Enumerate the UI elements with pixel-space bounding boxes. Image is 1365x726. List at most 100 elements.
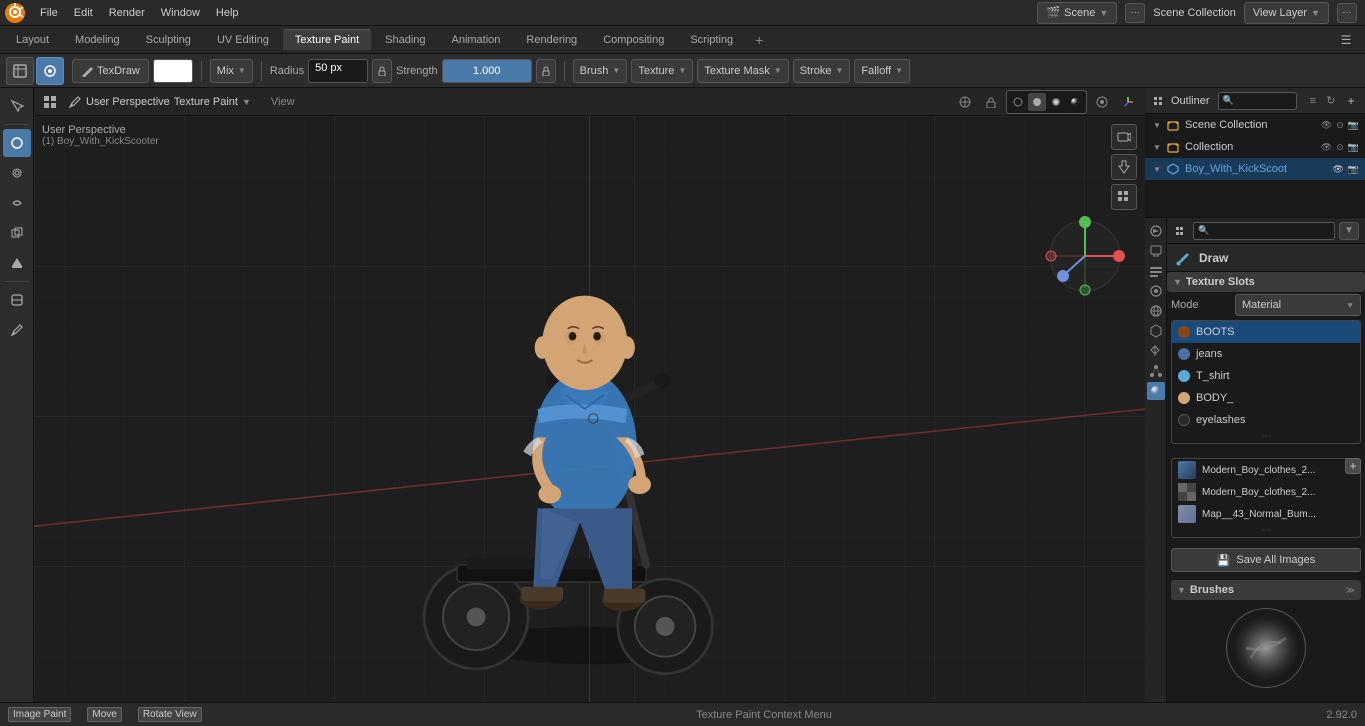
tool-select[interactable] <box>3 92 31 120</box>
texture-mask-dropdown[interactable]: Texture Mask ▼ <box>697 59 788 83</box>
view-mode-btn[interactable] <box>6 57 34 85</box>
pan-view-btn[interactable] <box>1111 154 1137 180</box>
col-render-icon[interactable]: 📷 <box>1348 142 1359 153</box>
object-item[interactable]: ▼ Boy_With_KickScoot 👁 📷 <box>1145 158 1365 180</box>
view-layer-options-btn[interactable]: ⋯ <box>1337 3 1357 23</box>
strength-lock-btn[interactable] <box>536 59 556 83</box>
brush-preview[interactable] <box>1226 608 1306 688</box>
camera-view-btn[interactable] <box>1111 124 1137 150</box>
brush-name-btn[interactable]: TexDraw <box>72 59 149 83</box>
brushes-header[interactable]: ▼ Brushes ≫ <box>1171 580 1361 600</box>
col-select-icon[interactable]: ⊙ <box>1336 142 1344 153</box>
tab-compositing[interactable]: Compositing <box>591 30 676 50</box>
tool-draw[interactable] <box>3 129 31 157</box>
tool-mask[interactable] <box>3 286 31 314</box>
tab-rendering[interactable]: Rendering <box>514 30 589 50</box>
image-item-2[interactable]: Map__43_Normal_Bum... <box>1172 503 1360 525</box>
lock-btn[interactable] <box>980 91 1002 113</box>
viewport[interactable]: User Perspective (1) Boy_With_KickScoote… <box>34 116 1145 702</box>
brush-dropdown[interactable]: Brush ▼ <box>573 59 628 83</box>
select-icon[interactable]: ⊙ <box>1336 120 1344 131</box>
texture-slot-jeans[interactable]: jeans <box>1172 343 1360 365</box>
texture-slot-tshirt[interactable]: T_shirt <box>1172 365 1360 387</box>
brush-mode-btn[interactable] <box>36 57 64 85</box>
texture-dropdown[interactable]: Texture ▼ <box>631 59 693 83</box>
texture-slot-body[interactable]: BODY_ <box>1172 387 1360 409</box>
menu-render[interactable]: Render <box>101 5 153 21</box>
tool-annotate[interactable] <box>3 316 31 344</box>
scene-collection-item[interactable]: ▼ Scene Collection 👁 ⊙ 📷 <box>1145 114 1365 136</box>
menu-file[interactable]: File <box>32 5 66 21</box>
render-icon[interactable]: 📷 <box>1348 120 1359 131</box>
modifier-props-tab[interactable] <box>1147 342 1165 360</box>
particles-props-tab[interactable] <box>1147 362 1165 380</box>
radius-lock-btn[interactable] <box>372 59 392 83</box>
falloff-dropdown[interactable]: Falloff ▼ <box>854 59 910 83</box>
radius-input[interactable]: 50 px <box>308 59 368 83</box>
props-search[interactable]: 🔍 <box>1193 222 1335 240</box>
storyboard-btn[interactable] <box>1111 184 1137 210</box>
add-workspace-btn[interactable]: + <box>747 28 771 52</box>
texture-slot-boots[interactable]: BOOTS <box>1172 321 1360 343</box>
orientation-btn[interactable] <box>954 91 976 113</box>
obj-render-icon[interactable]: 📷 <box>1348 164 1359 175</box>
menu-edit[interactable]: Edit <box>66 5 101 21</box>
texture-paint-mode-label[interactable]: User Perspective Texture Paint ▼ <box>68 95 251 109</box>
tool-smear[interactable] <box>3 189 31 217</box>
tab-sculpting[interactable]: Sculpting <box>134 30 203 50</box>
blender-logo[interactable] <box>4 2 26 24</box>
blend-mode-dropdown[interactable]: Mix ▼ <box>210 59 253 83</box>
workspace-options-icon[interactable]: ☰ <box>1335 29 1357 51</box>
outliner-search[interactable]: 🔍 <box>1218 92 1297 110</box>
props-menu-btn[interactable] <box>1173 223 1189 239</box>
rendered-mode-btn[interactable] <box>1066 93 1084 111</box>
tool-clone[interactable] <box>3 219 31 247</box>
view-layer-selector[interactable]: Scripting View Layer ▼ <box>1244 2 1329 24</box>
scene-selector[interactable]: 🎬 Scene ▼ <box>1037 2 1117 24</box>
image-item-0[interactable]: Modern_Boy_clothes_2... <box>1172 459 1360 481</box>
material-mode-btn[interactable] <box>1047 93 1065 111</box>
menu-window[interactable]: Window <box>153 5 208 21</box>
scene-canvas[interactable]: X Y Z <box>34 116 1145 702</box>
tab-shading[interactable]: Shading <box>373 30 437 50</box>
scene-props-tab[interactable] <box>1147 282 1165 300</box>
tab-layout[interactable]: Layout <box>4 30 61 50</box>
tool-soften[interactable] <box>3 159 31 187</box>
mode-dropdown[interactable]: Material ▼ <box>1235 294 1361 316</box>
render-props-tab[interactable] <box>1147 222 1165 240</box>
viewport-options-btn[interactable] <box>40 92 60 112</box>
nav-gizmo[interactable]: X Y Z <box>1045 216 1125 296</box>
stroke-dropdown[interactable]: Stroke ▼ <box>793 59 851 83</box>
overlay-btn[interactable] <box>1091 91 1113 113</box>
eye-icon[interactable]: 👁 <box>1321 120 1332 131</box>
solid-mode-btn[interactable] <box>1028 93 1046 111</box>
view-menu-btn[interactable]: View <box>271 96 295 108</box>
output-props-tab[interactable] <box>1147 242 1165 260</box>
tab-texture-paint[interactable]: Texture Paint <box>283 29 371 50</box>
tab-scripting[interactable]: Scripting <box>678 30 745 50</box>
image-item-1[interactable]: Modern_Boy_clothes_2... <box>1172 481 1360 503</box>
texture-slot-eyelashes[interactable]: eyelashes <box>1172 409 1360 431</box>
tab-uv-editing[interactable]: UV Editing <box>205 30 281 50</box>
view-layer-props-tab[interactable] <box>1147 262 1165 280</box>
collection-item[interactable]: ▼ Collection 👁 ⊙ 📷 <box>1145 136 1365 158</box>
tool-fill[interactable] <box>3 249 31 277</box>
wireframe-mode-btn[interactable] <box>1009 93 1027 111</box>
world-props-tab[interactable] <box>1147 302 1165 320</box>
outliner-menu-btn[interactable] <box>1151 93 1167 109</box>
gizmo-btn[interactable] <box>1117 91 1139 113</box>
brush-color-swatch[interactable] <box>153 59 193 83</box>
save-all-images-btn[interactable]: 💾 Save All Images <box>1171 548 1361 572</box>
object-props-tab[interactable] <box>1147 322 1165 340</box>
col-eye-icon[interactable]: 👁 <box>1321 142 1332 153</box>
outliner-add-btn[interactable] <box>1343 93 1359 109</box>
menu-help[interactable]: Help <box>208 5 247 21</box>
tab-modeling[interactable]: Modeling <box>63 30 132 50</box>
material-props-tab[interactable] <box>1147 382 1165 400</box>
tab-animation[interactable]: Animation <box>440 30 513 50</box>
filter-btn[interactable]: ≡ <box>1305 93 1321 109</box>
texture-slots-header[interactable]: ▼ Texture Slots <box>1167 272 1365 292</box>
strength-slider[interactable]: 1.000 <box>442 59 532 83</box>
sync-btn[interactable]: ↻ <box>1323 93 1339 109</box>
add-image-btn[interactable]: + <box>1345 458 1361 474</box>
